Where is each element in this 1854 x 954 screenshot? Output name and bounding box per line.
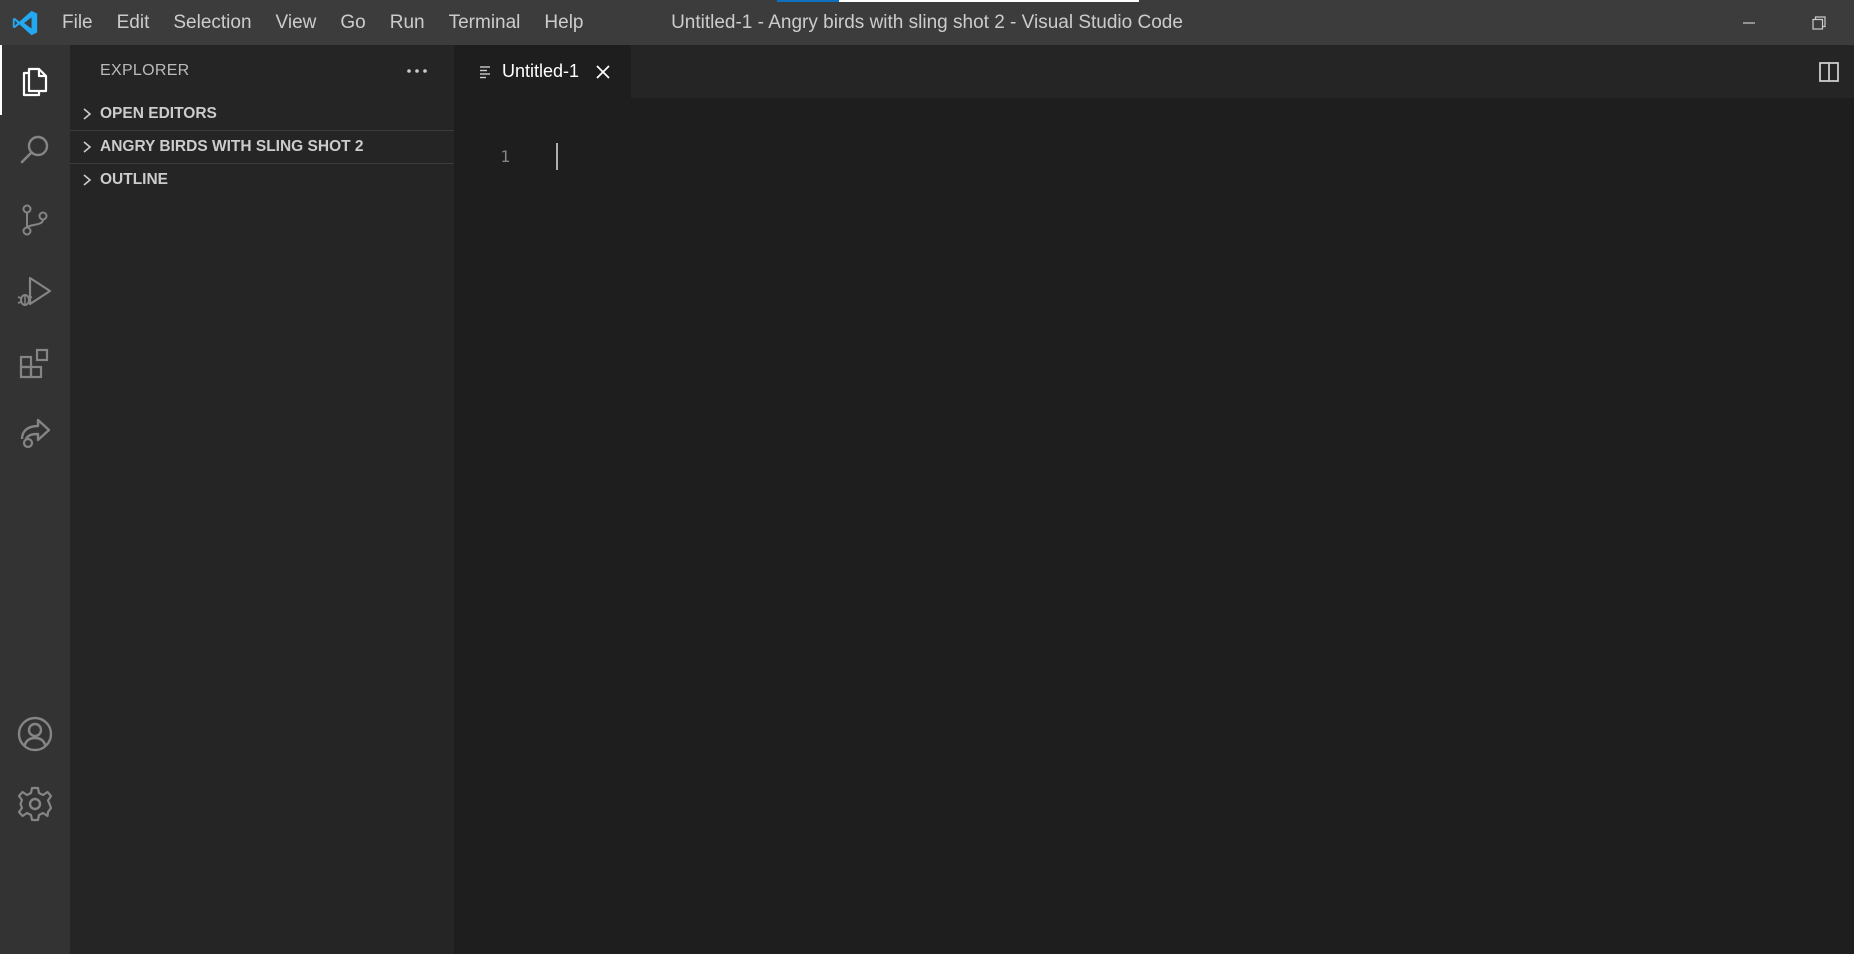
explorer-sidebar: EXPLORER OPEN EDITORS ANGRY BIRDS WITH S… — [70, 45, 454, 954]
split-editor-button[interactable] — [1814, 57, 1844, 87]
restore-icon — [1812, 15, 1826, 30]
menu-terminal[interactable]: Terminal — [437, 0, 533, 45]
extensions-icon — [19, 348, 49, 379]
text-file-icon — [480, 65, 490, 78]
title-progress-fill — [777, 0, 839, 2]
tab-untitled-1[interactable]: Untitled-1 — [454, 45, 631, 98]
gear-icon — [17, 786, 53, 822]
line-number: 1 — [500, 147, 510, 166]
section-label: OPEN EDITORS — [100, 104, 217, 122]
live-share-icon — [20, 418, 51, 449]
files-icon — [22, 67, 48, 97]
chevron-right-icon — [83, 141, 92, 153]
split-editor-icon — [1819, 62, 1839, 82]
line-number-gutter: 1 — [454, 98, 534, 954]
close-icon — [596, 64, 610, 79]
chevron-right-icon — [83, 174, 92, 186]
activity-manage[interactable] — [0, 769, 70, 839]
minimize-icon — [1743, 21, 1755, 24]
vscode-logo-icon[interactable] — [10, 8, 40, 38]
section-open-editors[interactable]: OPEN EDITORS — [70, 97, 454, 130]
activity-source-control[interactable] — [0, 185, 70, 255]
ellipsis-icon — [407, 69, 427, 73]
activity-run-debug[interactable] — [0, 257, 70, 327]
search-icon — [20, 135, 49, 164]
menu-help[interactable]: Help — [532, 0, 595, 45]
activity-accounts[interactable] — [0, 699, 70, 769]
activity-search[interactable] — [0, 115, 70, 185]
title-bar: File Edit Selection View Go Run Terminal… — [0, 0, 1854, 45]
menu-selection[interactable]: Selection — [161, 0, 263, 45]
restore-button[interactable] — [1784, 0, 1854, 45]
run-debug-icon — [17, 276, 52, 306]
menu-bar: File Edit Selection View Go Run Terminal… — [50, 0, 596, 45]
sidebar-header: EXPLORER — [70, 45, 454, 97]
chevron-right-icon — [83, 107, 92, 120]
minimize-button[interactable] — [1714, 0, 1784, 45]
more-actions-button[interactable] — [400, 55, 434, 87]
menu-run[interactable]: Run — [378, 0, 437, 45]
code-line[interactable] — [534, 98, 1834, 128]
tabs-bar: Untitled-1 — [454, 45, 1854, 98]
section-project-folder[interactable]: ANGRY BIRDS WITH SLING SHOT 2 — [70, 130, 454, 163]
source-control-icon — [22, 204, 48, 236]
title-progress-bar — [777, 0, 1139, 2]
menu-go[interactable]: Go — [328, 0, 377, 45]
activity-extensions[interactable] — [0, 329, 70, 399]
editor-group: Untitled-1 1 — [454, 45, 1854, 954]
tab-label: Untitled-1 — [502, 61, 580, 81]
activity-explorer[interactable] — [0, 45, 70, 115]
sidebar-title: EXPLORER — [100, 62, 190, 79]
section-label: OUTLINE — [100, 171, 169, 188]
menu-edit[interactable]: Edit — [105, 0, 162, 45]
activity-bar — [0, 45, 70, 954]
menu-file[interactable]: File — [50, 0, 105, 45]
activity-live-share[interactable] — [0, 397, 70, 467]
tab-close-button[interactable] — [593, 62, 613, 82]
menu-view[interactable]: View — [264, 0, 329, 45]
section-label: ANGRY BIRDS WITH SLING SHOT 2 — [100, 138, 364, 155]
account-icon — [17, 716, 53, 752]
text-cursor — [556, 143, 558, 170]
section-outline[interactable]: OUTLINE — [70, 163, 454, 196]
window-controls — [1714, 0, 1854, 45]
